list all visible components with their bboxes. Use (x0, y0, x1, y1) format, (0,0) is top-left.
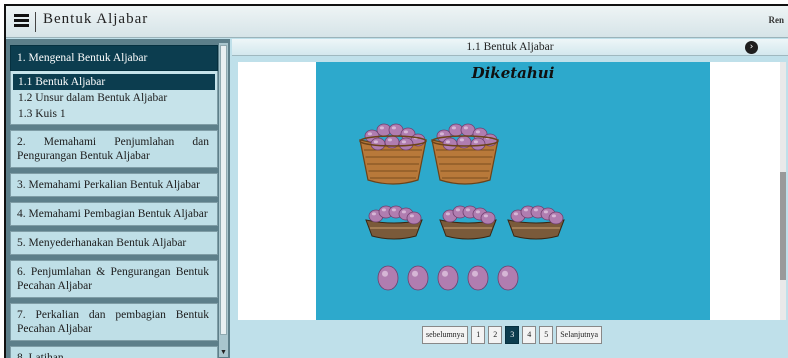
topbar-right-label: Ren (768, 15, 785, 25)
hamburger-menu-icon[interactable] (14, 14, 29, 27)
sidebar: 1. Mengenal Bentuk Aljabar 1.1 Bentuk Al… (6, 39, 230, 358)
sidebar-item-unsur[interactable]: 1.2 Unsur dalam Bentuk Aljabar (13, 90, 215, 106)
main-panel: 1.1 Bentuk Aljabar › Diketahui sebelumny… (232, 39, 788, 358)
top-bar: Bentuk Aljabar Ren (6, 6, 788, 38)
eggs-illustration (359, 123, 565, 291)
page-2-button[interactable]: 2 (488, 326, 503, 344)
loose-egg-4 (467, 265, 489, 291)
page-3-button[interactable]: 3 (505, 326, 520, 344)
content-scrollbar[interactable] (780, 62, 786, 320)
next-arrow-icon[interactable]: › (745, 41, 758, 54)
slide: Diketahui (316, 62, 710, 320)
sidebar-scrollbar[interactable]: ▼ (219, 43, 228, 357)
sidebar-item-kuis-1[interactable]: 1.3 Kuis 1 (13, 106, 215, 122)
sidebar-section-3[interactable]: 3. Memahami Perkalian Bentuk Aljabar (10, 173, 218, 197)
page-5-button[interactable]: 5 (539, 326, 554, 344)
sidebar-section-8[interactable]: 8. Latihan (10, 346, 218, 358)
sidebar-section-5[interactable]: 5. Menyederhanakan Bentuk Aljabar (10, 231, 218, 255)
small-basket-1 (365, 205, 423, 240)
sidebar-scroll-thumb[interactable] (220, 45, 227, 335)
sidebar-section-1[interactable]: 1. Mengenal Bentuk Aljabar (10, 45, 218, 71)
sidebar-section-7[interactable]: 7. Perkalian dan pembagian Bentuk Pecaha… (10, 303, 218, 341)
small-basket-2 (439, 205, 497, 240)
loose-egg-5 (497, 265, 519, 291)
page-4-button[interactable]: 4 (522, 326, 537, 344)
large-basket-2 (431, 123, 499, 185)
sidebar-section-2[interactable]: 2. Memahami Penjumlahan dan Pengurangan … (10, 130, 218, 168)
app-window: Bentuk Aljabar Ren 1. Mengenal Bentuk Al… (4, 4, 788, 358)
page-1-button[interactable]: 1 (471, 326, 486, 344)
scroll-down-arrow-icon[interactable]: ▼ (220, 348, 227, 356)
large-basket-1 (359, 123, 427, 185)
main-header: 1.1 Bentuk Aljabar › (232, 39, 788, 56)
loose-egg-1 (377, 265, 399, 291)
sidebar-item-bentuk-aljabar[interactable]: 1.1 Bentuk Aljabar (13, 74, 215, 90)
pagination: sebelumnya 1 2 3 4 5 Selanjutnya (422, 326, 602, 344)
app-title: Bentuk Aljabar (43, 11, 149, 27)
sidebar-list: 1. Mengenal Bentuk Aljabar 1.1 Bentuk Al… (10, 45, 218, 358)
loose-egg-2 (407, 265, 429, 291)
divider (35, 12, 36, 32)
next-button[interactable]: Selanjutnya (556, 326, 602, 344)
content-area: Diketahui (238, 62, 786, 320)
sidebar-subgroup-1: 1.1 Bentuk Aljabar 1.2 Unsur dalam Bentu… (10, 71, 218, 125)
sidebar-section-6[interactable]: 6. Penjumlahan & Pengurangan Bentuk Peca… (10, 260, 218, 298)
page-title: 1.1 Bentuk Aljabar (466, 41, 554, 53)
sidebar-section-4[interactable]: 4. Memahami Pembagian Bentuk Aljabar (10, 202, 218, 226)
loose-egg-3 (437, 265, 459, 291)
content-scroll-thumb[interactable] (780, 172, 786, 280)
previous-button[interactable]: sebelumnya (422, 326, 469, 344)
small-basket-3 (507, 205, 565, 240)
